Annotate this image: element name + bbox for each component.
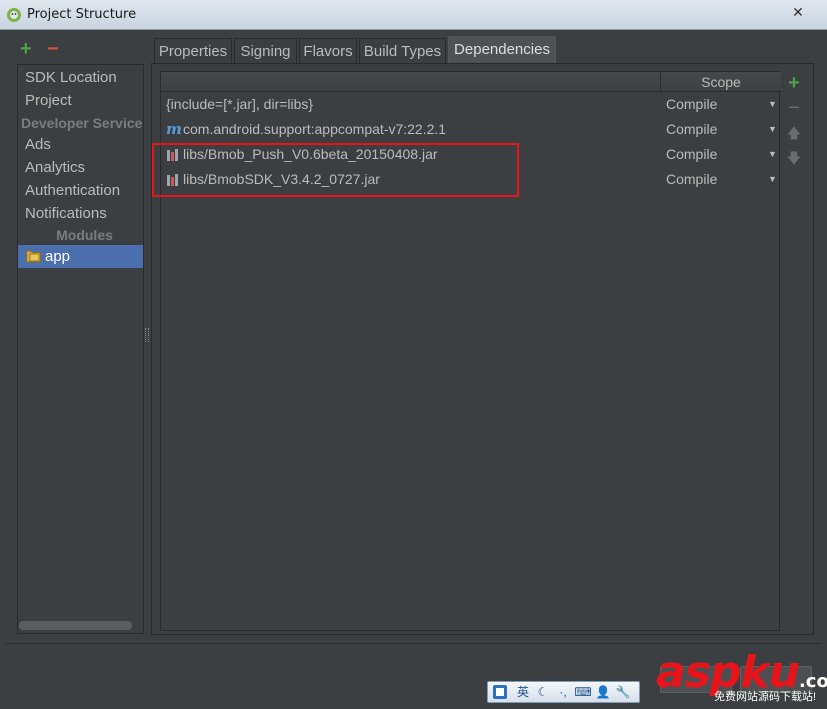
close-icon[interactable]: ✕	[785, 3, 811, 21]
scope-select[interactable]: Compile	[666, 167, 776, 192]
developer-services-header: Developer Service	[21, 115, 143, 131]
tab-build-types[interactable]: Build Types	[359, 38, 446, 63]
ime-punctuation-icon[interactable]: ·,	[554, 683, 572, 701]
add-module-icon[interactable]: +	[20, 38, 32, 60]
window-title: Project Structure	[27, 7, 137, 22]
ime-logo-icon[interactable]	[492, 684, 508, 700]
chevron-down-icon[interactable]: ▼	[768, 142, 777, 167]
modules-header: Modules	[56, 227, 113, 243]
tab-signing[interactable]: Signing	[234, 38, 297, 63]
sidebar: SDK Location Project Developer Service A…	[17, 64, 144, 634]
remove-module-icon[interactable]: −	[47, 38, 59, 60]
sidebar-scrollbar[interactable]	[19, 621, 132, 630]
table-header: Scope	[161, 72, 781, 92]
remove-dependency-icon[interactable]: −	[784, 97, 804, 119]
scope-select[interactable]: Compile	[666, 117, 776, 142]
scope-select[interactable]: Compile	[666, 142, 776, 167]
move-down-icon[interactable]: 🡇	[784, 147, 804, 169]
watermark-logo: aspku.com 免费网站源码下载站!	[656, 647, 827, 709]
scope-column-header[interactable]: Scope	[661, 72, 781, 92]
move-up-icon[interactable]: 🡅	[784, 122, 804, 144]
sidebar-item-sdk-location[interactable]: SDK Location	[18, 67, 143, 89]
watermark-tagline: 免费网站源码下载站!	[714, 691, 817, 703]
ime-toolbar: 英 ☾ ·, ⌨ 👤 🔧	[487, 681, 640, 703]
ime-user-icon[interactable]: 👤	[594, 683, 612, 701]
bottom-divider	[6, 643, 821, 644]
sidebar-item-authentication[interactable]: Authentication	[18, 180, 143, 202]
add-dependency-icon[interactable]: +	[784, 72, 804, 94]
chevron-down-icon[interactable]: ▼	[768, 117, 777, 142]
ime-moon-icon[interactable]: ☾	[534, 683, 552, 701]
splitter-handle[interactable]	[145, 328, 149, 342]
sidebar-item-ads[interactable]: Ads	[18, 134, 143, 156]
dependency-name: com.android.support:appcompat-v7:22.2.1	[183, 121, 447, 137]
tab-properties[interactable]: Properties	[154, 38, 232, 63]
sidebar-item-notifications[interactable]: Notifications	[18, 203, 143, 225]
sidebar-item-analytics[interactable]: Analytics	[18, 157, 143, 179]
dependency-name: {include=[*.jar], dir=libs}	[166, 96, 314, 112]
ime-wrench-icon[interactable]: 🔧	[614, 683, 632, 701]
tab-dependencies[interactable]: Dependencies	[448, 36, 556, 63]
table-row[interactable]: {include=[*.jar], dir=libs} Compile ▼	[161, 92, 781, 117]
maven-library-icon: m	[166, 120, 182, 138]
sidebar-item-app[interactable]: app	[18, 245, 143, 268]
android-studio-icon	[7, 8, 21, 22]
tab-flavors[interactable]: Flavors	[299, 38, 357, 63]
module-folder-icon	[26, 250, 41, 263]
sidebar-item-app-label: app	[45, 248, 71, 265]
chevron-down-icon[interactable]: ▼	[768, 167, 777, 192]
ime-keyboard-icon[interactable]: ⌨	[574, 683, 592, 701]
highlight-annotation-box	[152, 143, 519, 197]
chevron-down-icon[interactable]: ▼	[768, 92, 777, 117]
scope-select[interactable]: Compile	[666, 92, 776, 117]
ime-language-toggle[interactable]: 英	[514, 683, 532, 701]
table-row[interactable]: m com.android.support:appcompat-v7:22.2.…	[161, 117, 781, 142]
sidebar-item-project[interactable]: Project	[18, 90, 143, 112]
title-bar: Project Structure ✕	[0, 0, 827, 30]
